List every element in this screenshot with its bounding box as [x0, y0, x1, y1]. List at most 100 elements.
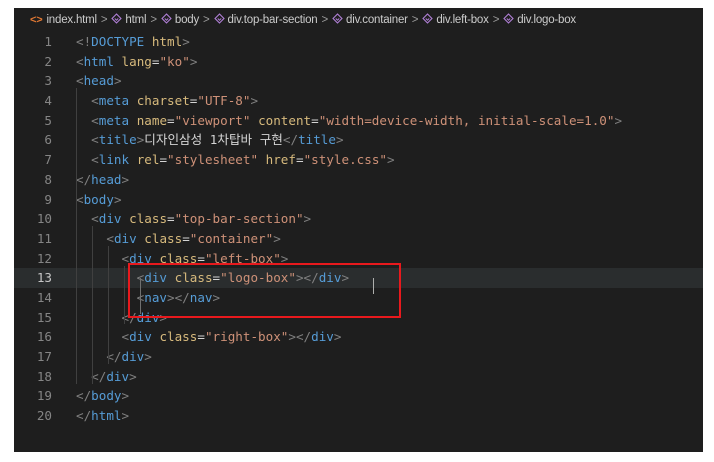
code-token: > [129, 368, 137, 384]
code-line[interactable]: 9 <body> [14, 190, 703, 210]
code-text: <!DOCTYPE html> [76, 32, 190, 52]
code-token: content [258, 112, 312, 128]
code-token: DOCTYPE [91, 34, 145, 49]
code-line[interactable]: 14 <nav></nav> [14, 288, 703, 308]
code-token: < [76, 73, 84, 89]
line-number: 6 [44, 132, 52, 148]
code-lines[interactable]: 1 <!DOCTYPE html> 2 <html lang="ko"> 3 <head>… [14, 32, 703, 426]
code-text: <meta name="viewport" content="width=dev… [76, 111, 622, 131]
breadcrumb-separator: > [203, 14, 210, 26]
code-token: </ [91, 368, 107, 384]
code-token: head [91, 171, 122, 187]
code-token: link [98, 152, 130, 168]
code-text: <head> [76, 71, 122, 91]
code-line[interactable]: 10 <div class="top-bar-section"> [14, 209, 703, 229]
code-token: "right-box" [204, 329, 289, 345]
code-line[interactable]: 6 <title>디자인삼성 1차탑바 구현</title> [14, 130, 703, 150]
breadcrumb-item[interactable]: div.logo-box [503, 13, 576, 27]
code-token: div [144, 270, 168, 286]
code-token: div [129, 329, 152, 345]
code-token: > [144, 349, 152, 364]
code-token: > [113, 191, 122, 207]
breadcrumb-item[interactable]: div.left-box [422, 13, 489, 27]
code-token: > [212, 289, 221, 305]
code-line[interactable]: 1 <!DOCTYPE html> [14, 32, 703, 52]
code-token: > [303, 211, 312, 227]
code-line[interactable]: 2 <html lang="ko"> [14, 52, 703, 72]
code-text: </div> [76, 367, 137, 387]
breadcrumb-item[interactable]: div.container [332, 13, 408, 27]
breadcrumb-item[interactable]: <> index.html [30, 14, 97, 26]
element-icon [111, 13, 123, 27]
code-editor[interactable]: <> index.html > html > body > div.top-bar-secti… [14, 8, 703, 452]
code-token: > [113, 73, 122, 89]
code-token: ></ [295, 270, 319, 286]
line-number: 8 [44, 171, 52, 187]
code-text: <title>디자인삼성 1차탑바 구현</title> [76, 130, 343, 150]
breadcrumb-item[interactable]: html [111, 13, 147, 27]
breadcrumb-label: div.container [346, 14, 408, 26]
breadcrumb-separator: > [100, 14, 108, 26]
code-line[interactable]: 12 <div class="left-box"> [14, 249, 703, 269]
indent-guide [140, 278, 141, 314]
code-line[interactable]: 20 </html> [14, 406, 703, 426]
breadcrumb-item[interactable]: body [161, 13, 199, 27]
code-token: title [298, 132, 336, 148]
code-token: </ [76, 388, 92, 404]
breadcrumb-item[interactable]: div.top-bar-section [213, 13, 318, 27]
code-token: div [311, 329, 334, 345]
code-line[interactable]: 5 <meta name="viewport" content="width=d… [14, 111, 703, 131]
code-text: </div> [76, 308, 168, 328]
code-token: body [83, 191, 114, 207]
code-line[interactable]: 13 <div class="logo-box"></div> [14, 268, 703, 288]
code-token: charset [136, 93, 190, 109]
code-line[interactable]: 17 </div> [14, 347, 703, 367]
code-token: < [76, 191, 84, 207]
indent-guide [76, 88, 77, 384]
line-number: 1 [44, 34, 52, 49]
line-number: 13 [36, 270, 52, 286]
html-file-icon: <> [30, 14, 43, 26]
line-number: 17 [36, 349, 52, 364]
code-line[interactable]: 16 <div class="right-box"></div> [14, 327, 703, 347]
line-number: 11 [36, 230, 52, 246]
code-token: ></ [167, 289, 190, 305]
code-token: < [76, 53, 84, 69]
code-line[interactable]: 8 </head> [14, 170, 703, 190]
code-token: meta [98, 93, 130, 109]
code-token: html [151, 34, 183, 49]
breadcrumb-separator: > [492, 14, 500, 26]
line-number: 3 [44, 73, 52, 89]
line-number: 14 [36, 289, 52, 305]
code-token: class [174, 270, 213, 286]
text-cursor [373, 278, 374, 294]
line-number: 12 [36, 250, 52, 266]
indent-guide [92, 226, 93, 384]
code-line[interactable]: 19 </body> [14, 386, 703, 406]
code-token: = [311, 112, 319, 128]
code-line[interactable]: 18 </div> [14, 367, 703, 387]
code-token: > [121, 388, 130, 404]
code-token: </ [76, 408, 92, 424]
breadcrumb-label: html [125, 14, 147, 26]
code-token: title [98, 132, 137, 148]
code-line[interactable]: 7 <link rel="stylesheet" href="style.css… [14, 150, 703, 170]
code-text: <div class="right-box"></div> [76, 327, 342, 347]
code-text: <div class="container"> [76, 229, 280, 249]
code-line[interactable]: 11 <div class="container"> [14, 229, 703, 249]
code-token: </ [76, 171, 92, 187]
code-text: <meta charset="UTF-8"> [76, 91, 258, 111]
code-line[interactable]: 4 <meta charset="UTF-8"> [14, 91, 703, 111]
code-token: = [182, 230, 190, 246]
code-line[interactable]: 15 </div> [14, 308, 703, 328]
code-text: <nav></nav> [76, 288, 220, 308]
code-line[interactable]: 3 <head> [14, 71, 703, 91]
